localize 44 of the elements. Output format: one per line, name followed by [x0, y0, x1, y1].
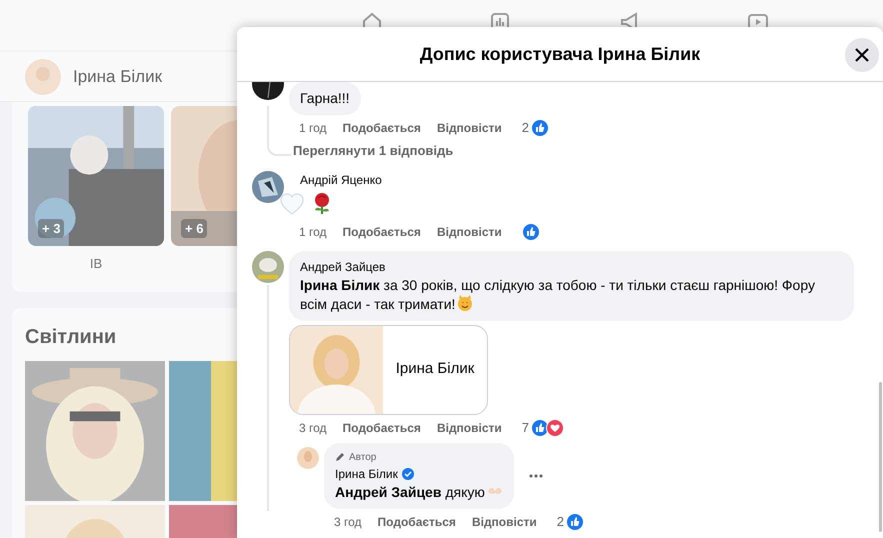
view-replies-link[interactable]: Переглянути 1 відповідь: [293, 141, 454, 160]
close-button[interactable]: [845, 38, 879, 72]
comment-time[interactable]: 3 год: [299, 418, 327, 436]
like-icon: [522, 222, 540, 240]
reaction-count: 7: [522, 418, 530, 437]
more-icon: [528, 474, 543, 478]
section-title: Світлини: [25, 325, 116, 350]
comment-time[interactable]: 1 год: [299, 222, 327, 240]
thread-line: [267, 106, 291, 156]
photo-count: + 6: [181, 218, 208, 238]
reply-link[interactable]: Відповісти: [436, 418, 502, 436]
reply-link[interactable]: Відповісти: [472, 512, 537, 530]
avatar-icon: [25, 58, 61, 94]
dialog-title: Допис користувача Ірина Білик: [420, 42, 700, 66]
comment-author[interactable]: Андрій Яценко: [300, 170, 382, 188]
like-link[interactable]: Подобається: [342, 119, 421, 137]
scrollbar-thumb[interactable]: [879, 382, 882, 532]
like-link[interactable]: Подобається: [342, 222, 421, 240]
comment-text: Гарна!!!: [300, 89, 350, 108]
like-link[interactable]: Подобається: [342, 418, 421, 436]
reaction-count: 2: [556, 512, 564, 531]
like-icon: [566, 512, 584, 530]
album-label[interactable]: IB: [90, 254, 102, 274]
reply-link[interactable]: Відповісти: [436, 119, 502, 137]
like-link[interactable]: Подобається: [378, 512, 456, 530]
photo-count: + 3: [38, 218, 64, 238]
profile-name[interactable]: Ірина Білик: [73, 64, 162, 90]
comment-time[interactable]: 3 год: [334, 512, 362, 530]
avatar-icon: [297, 446, 319, 468]
reaction-count: 2: [522, 119, 530, 138]
comment-author[interactable]: Андрей Зайцев: [300, 258, 386, 276]
avatar-icon: [252, 250, 284, 282]
link-title: Ірина Білик: [394, 359, 476, 380]
avatar-icon: [252, 170, 284, 202]
reply-link[interactable]: Відповісти: [436, 222, 502, 240]
pencil-icon: [335, 452, 345, 462]
comment-time[interactable]: 1 год: [299, 119, 327, 137]
comment-text: Ірина Білик за 30 років, що слідкую за тобою - ти тільки стаєш гарнішою! Фору всім даси - так тримати!: [300, 276, 816, 314]
cat-face-icon: [457, 294, 474, 310]
comment-author[interactable]: Ірина Білик: [335, 464, 398, 482]
comment-text: Андрей Зайцев дякую: [335, 482, 503, 502]
like-icon: [531, 119, 550, 137]
author-label: Автор: [349, 450, 376, 464]
close-icon: [855, 48, 869, 62]
